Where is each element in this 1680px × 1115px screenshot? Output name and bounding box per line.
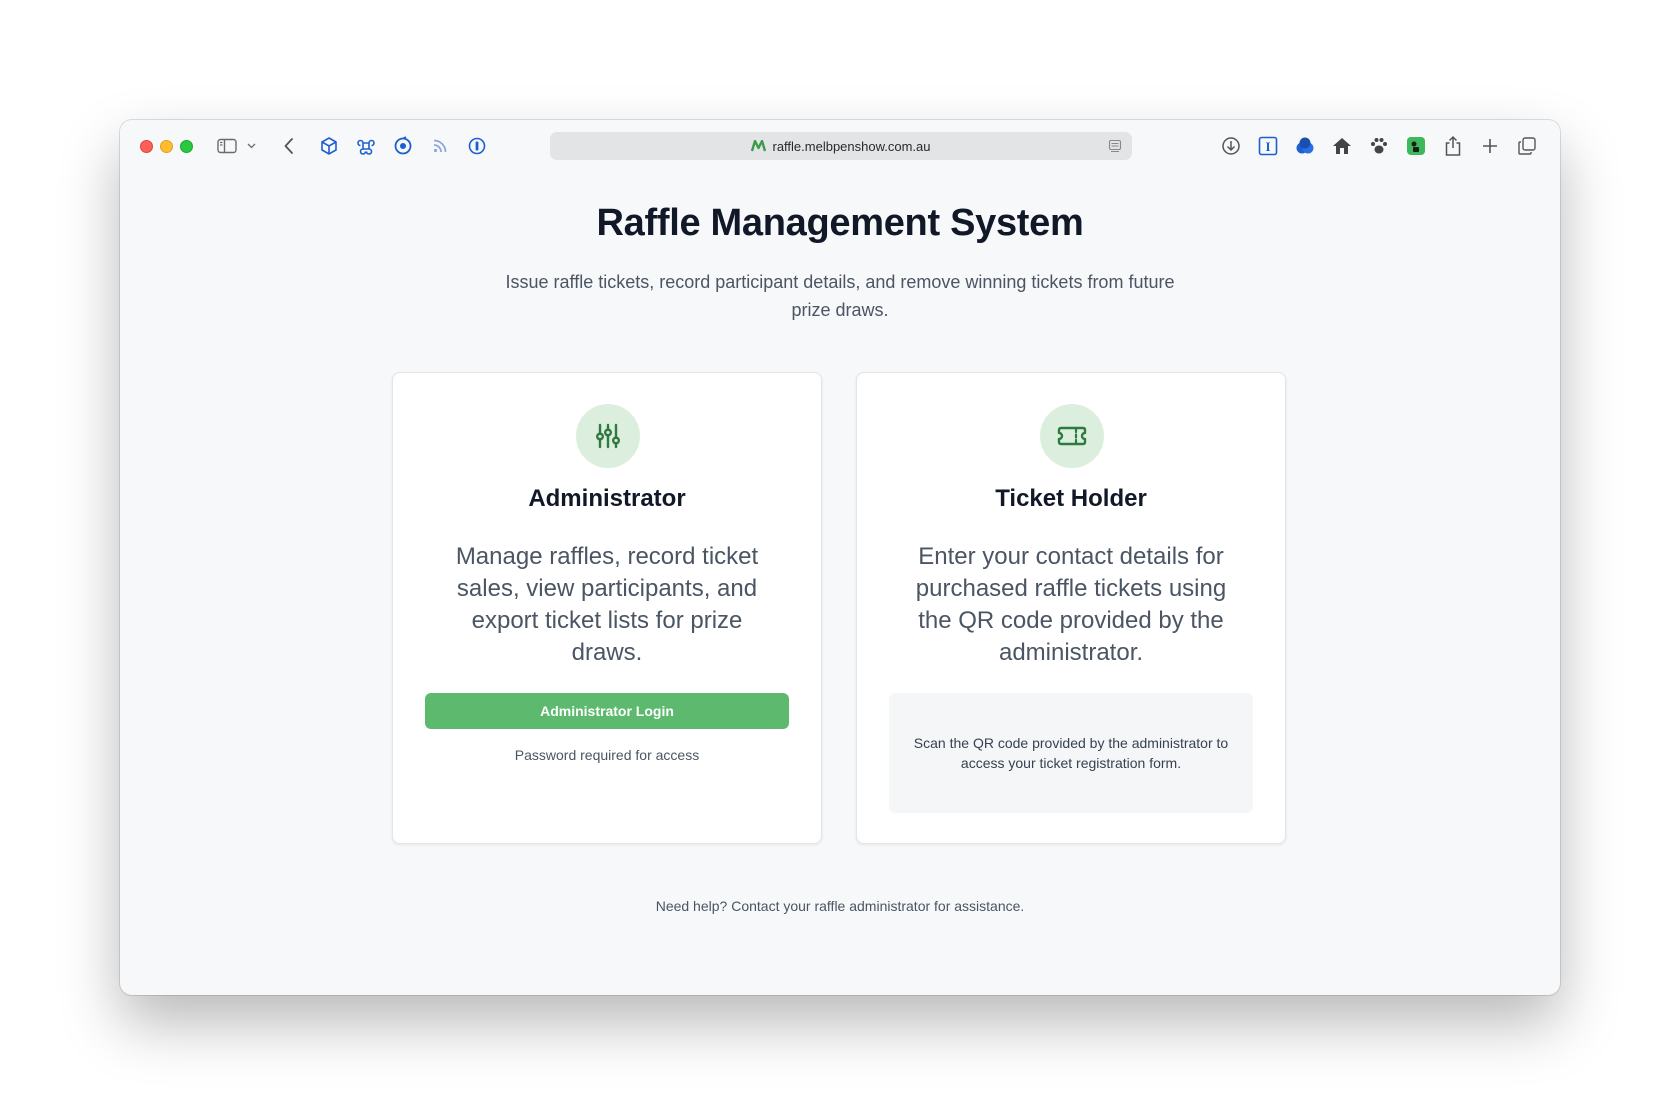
sidebar-icon[interactable] [216,135,238,157]
onepassword-icon[interactable] [466,135,488,157]
ticket-holder-title: Ticket Holder [995,485,1147,512]
close-window-button[interactable] [140,140,153,153]
green-extension-icon[interactable] [1405,135,1427,157]
qr-instructions-box: Scan the QR code provided by the adminis… [889,693,1253,813]
tabs-overview-icon[interactable] [1516,135,1538,157]
refresh-extension-icon[interactable] [392,135,414,157]
triple-circle-icon[interactable] [1294,135,1316,157]
back-icon[interactable] [278,135,300,157]
qr-instructions-text: Scan the QR code provided by the adminis… [913,735,1229,771]
instapaper-icon[interactable]: I [1257,135,1279,157]
help-footer: Need help? Contact your raffle administr… [655,898,1025,914]
paw-icon[interactable] [1368,135,1390,157]
ticket-holder-description: Enter your contact details for purchased… [915,543,1227,666]
page-subtitle: Issue raffle tickets, record participant… [505,272,1175,320]
download-icon[interactable] [1220,135,1242,157]
reader-mode-icon[interactable] [1108,139,1122,156]
ticket-holder-card: Ticket Holder Enter your contact details… [856,372,1286,844]
new-tab-icon[interactable] [1479,135,1501,157]
page-title: Raffle Management System [596,202,1084,244]
bird-icon[interactable] [1331,135,1353,157]
chevron-down-icon[interactable] [244,135,258,157]
administrator-description: Manage raffles, record ticket sales, vie… [455,543,759,666]
command-extension-icon[interactable] [355,135,377,157]
minimize-window-button[interactable] [160,140,173,153]
page-content: Raffle Management System Issue raffle ti… [120,172,1560,995]
cube-extension-icon[interactable] [318,135,340,157]
url-text: raffle.melbpenshow.com.au [772,138,931,154]
ticket-icon [1040,404,1104,468]
address-bar[interactable]: raffle.melbpenshow.com.au [550,132,1132,160]
maximize-window-button[interactable] [180,140,193,153]
password-note: Password required for access [514,747,700,763]
rss-icon[interactable] [429,135,451,157]
administrator-card: Administrator Manage raffles, record tic… [392,372,822,844]
svg-text:I: I [1265,139,1270,154]
sliders-icon [576,404,640,468]
administrator-login-button[interactable]: Administrator Login [425,693,789,729]
share-icon[interactable] [1442,135,1464,157]
site-logo-icon [751,140,767,152]
browser-toolbar: raffle.melbpenshow.com.au I [120,120,1560,172]
administrator-title: Administrator [528,485,686,512]
browser-window: raffle.melbpenshow.com.au I Raffle Manag… [120,120,1560,995]
